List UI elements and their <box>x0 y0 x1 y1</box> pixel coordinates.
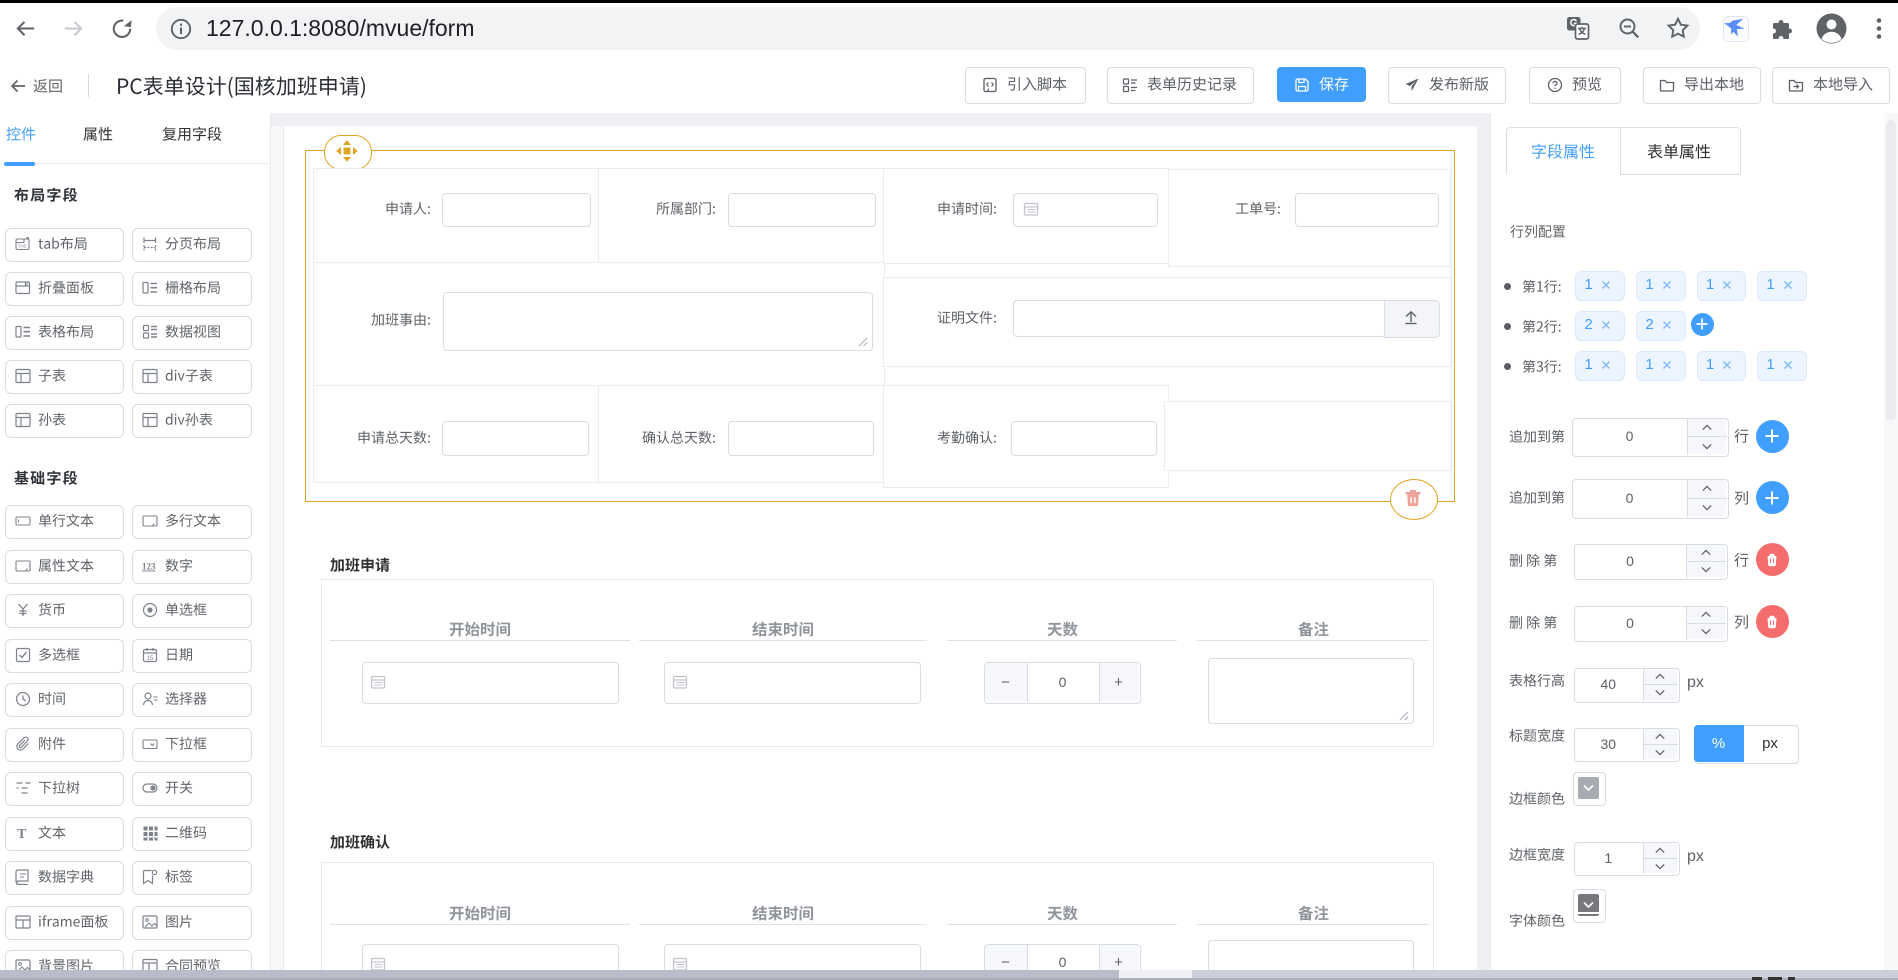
svg-text:T: T <box>17 827 27 841</box>
svg-text:123: 123 <box>142 561 156 571</box>
svg-text:TAB: TAB <box>18 244 26 249</box>
svg-text:15: 15 <box>146 656 153 662</box>
